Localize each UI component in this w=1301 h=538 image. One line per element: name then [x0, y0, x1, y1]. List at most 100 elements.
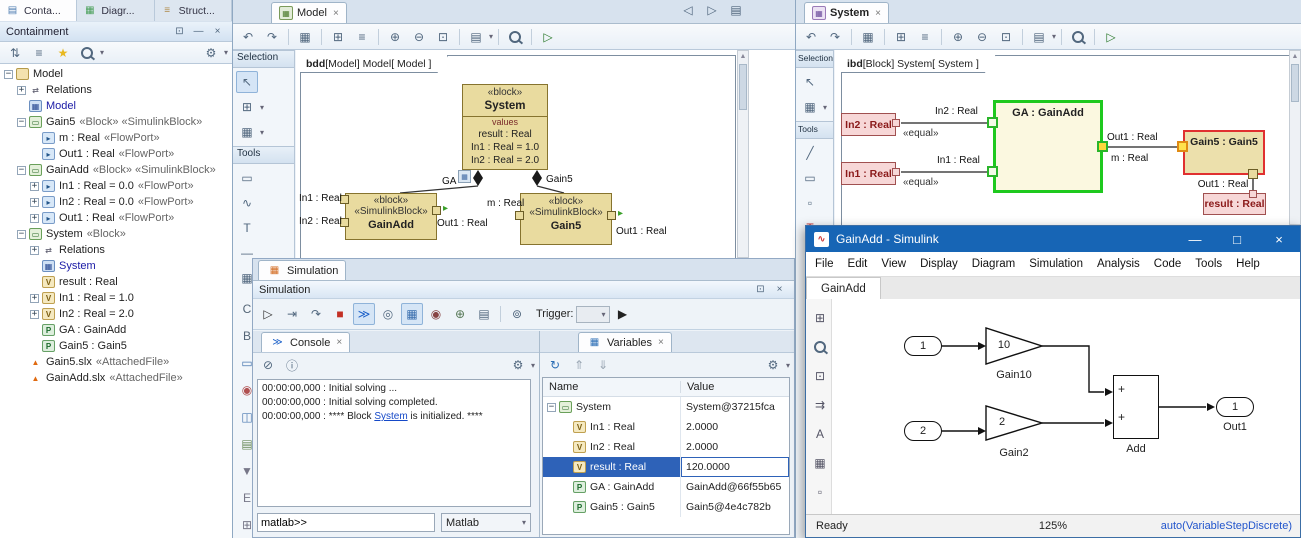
console-engine-select[interactable]: Matlab ▾	[441, 513, 531, 532]
hand-tool-icon[interactable]: ⊞	[236, 96, 258, 118]
connector-end-label[interactable]: Out1 : Real	[1195, 179, 1251, 190]
add-diagram-icon[interactable]: ▦	[857, 26, 879, 48]
tree-expander[interactable]: +	[30, 198, 39, 207]
console-tab[interactable]: ≫ Console ×	[261, 332, 350, 352]
tree-item[interactable]: −Model	[0, 66, 232, 82]
scroll-thumb[interactable]	[1291, 64, 1299, 102]
console-output[interactable]: 00:00:00,000 : Initial solving ...00:00:…	[257, 379, 531, 507]
connector-stereotype[interactable]: «equal»	[903, 177, 939, 188]
gainadd-block[interactable]: «block» «SimulinkBlock» GainAdd	[345, 193, 437, 240]
add-label[interactable]: Add	[1113, 443, 1159, 455]
tree-item[interactable]: +▸In2 : Real = 0.0«FlowPort»	[0, 194, 232, 210]
status-solver[interactable]: auto(VariableStepDiscrete)	[1161, 520, 1292, 532]
menu-display[interactable]: Display	[913, 258, 965, 270]
port-square[interactable]	[987, 166, 998, 177]
port-label[interactable]: Out1 : Real	[616, 226, 667, 237]
port-label[interactable]: In2 : Real	[299, 216, 342, 227]
zoom-in-icon[interactable]: ⊕	[947, 26, 969, 48]
variable-value[interactable]: GainAdd@66f55b65	[681, 477, 789, 497]
middle-divider[interactable]	[795, 0, 796, 538]
variables-row[interactable]: Vresult : Real120.0000	[543, 457, 789, 477]
validation-icon[interactable]: ⊕	[449, 303, 471, 325]
port-label[interactable]: Out1 : Real	[437, 218, 488, 229]
menu-view[interactable]: View	[874, 258, 913, 270]
more-tools-icon[interactable]: ▫	[809, 481, 831, 503]
previous-diagram-icon[interactable]: ◁	[677, 0, 699, 21]
variables-settings-icon-dropdown[interactable]: ▾	[786, 361, 790, 370]
tree-item[interactable]: ▦Model	[0, 98, 232, 114]
port-square[interactable]	[892, 119, 900, 127]
scroll-thumb[interactable]	[739, 64, 747, 110]
export-variables-icon[interactable]: ⇑	[568, 354, 590, 376]
align-icon[interactable]: ≡	[914, 26, 936, 48]
console-link[interactable]: System	[374, 411, 407, 422]
zoom-out-icon[interactable]: ⊖	[408, 26, 430, 48]
tree-item[interactable]: +▸In1 : Real = 0.0«FlowPort»	[0, 178, 232, 194]
tree-item[interactable]: +VIn1 : Real = 1.0	[0, 290, 232, 306]
tree-item[interactable]: PGain5 : Gain5	[0, 338, 232, 354]
containment-tree[interactable]: −Model+⇄Relations▦Model−▭Gain5«Block» «S…	[0, 64, 232, 538]
undo-icon[interactable]: ↶	[237, 26, 259, 48]
note-icon[interactable]: ▭	[236, 167, 258, 189]
simulation-panel-tab[interactable]: ▦ Simulation	[258, 260, 346, 280]
trigger-select[interactable]: ▾	[576, 306, 610, 323]
scroll-up-icon[interactable]: ▲	[738, 51, 748, 62]
connector-tool-icon[interactable]: ╱	[799, 142, 821, 164]
float-panel-icon[interactable]: ⊡	[171, 23, 188, 40]
zoom-fit-icon[interactable]: ⊡	[432, 26, 454, 48]
minimize-window-icon[interactable]: —	[1174, 225, 1216, 253]
hide-browser-icon[interactable]: ⊞	[809, 307, 831, 329]
align-icon[interactable]: ≡	[351, 26, 373, 48]
animation-icon[interactable]: ▦	[401, 303, 423, 325]
tab-containment[interactable]: ▤Conta...	[0, 0, 77, 21]
zoom-tool-icon[interactable]: ▦	[236, 121, 258, 143]
tab-diagrams[interactable]: ▦Diagr...	[77, 0, 154, 21]
search-icon-dropdown[interactable]: ▾	[100, 48, 104, 57]
tree-expander[interactable]: −	[547, 403, 556, 412]
connector-stereotype[interactable]: «equal»	[903, 128, 939, 139]
flowport-m[interactable]	[515, 211, 524, 220]
minimize-panel-icon[interactable]: —	[190, 23, 207, 40]
float-panel-icon[interactable]: ⊡	[752, 281, 769, 298]
port-label[interactable]: m : Real	[487, 198, 524, 209]
port-square[interactable]	[892, 168, 900, 176]
tree-item[interactable]: ▸Out1 : Real«FlowPort»	[0, 146, 232, 162]
clear-console-icon[interactable]: ⊘	[257, 354, 279, 376]
terminate-icon[interactable]: ■	[329, 303, 351, 325]
menu-file[interactable]: File	[808, 258, 841, 270]
info-icon[interactable]: ⓘ	[281, 354, 303, 376]
simulink-canvas[interactable]: 1 10 Gain10 2 2 Gain2 + + Add 1 Out1	[832, 299, 1300, 514]
variable-value[interactable]: Gain5@4e4c782b	[681, 497, 789, 517]
association-label-gain5[interactable]: Gain5	[546, 174, 573, 185]
grid-icon[interactable]: ▤	[465, 26, 487, 48]
close-panel-icon[interactable]: ×	[209, 23, 226, 40]
variables-tab[interactable]: ▦ Variables ×	[578, 332, 672, 352]
tree-item[interactable]: ▦System	[0, 258, 232, 274]
tree-item[interactable]: +▸Out1 : Real«FlowPort»	[0, 210, 232, 226]
run-icon[interactable]: ▷	[537, 26, 559, 48]
variables-row[interactable]: VIn2 : Real2.0000	[543, 437, 789, 457]
out1-label[interactable]: Out1	[1216, 421, 1254, 433]
search-icon[interactable]	[76, 42, 98, 64]
tab-structure[interactable]: ≡Struct...	[155, 0, 232, 21]
next-diagram-icon[interactable]: ▷	[701, 0, 723, 21]
redo-icon[interactable]: ↷	[824, 26, 846, 48]
gain5-block[interactable]: «block» «SimulinkBlock» Gain5	[520, 193, 612, 245]
close-window-icon[interactable]: ×	[1258, 225, 1300, 253]
port-tool-icon[interactable]: ▫	[799, 192, 821, 214]
text-box-icon[interactable]: T	[236, 217, 258, 239]
zoom-tool-icon-dropdown[interactable]: ▾	[823, 103, 827, 112]
anchor-icon[interactable]: ∿	[236, 192, 258, 214]
menu-edit[interactable]: Edit	[841, 258, 875, 270]
variables-row[interactable]: PGA : GainAddGainAdd@66f55b65	[543, 477, 789, 497]
tree-expander[interactable]: −	[4, 70, 13, 79]
search-icon[interactable]	[1067, 26, 1089, 48]
tree-expander[interactable]: +	[30, 310, 39, 319]
tree-expander[interactable]: +	[30, 182, 39, 191]
close-tab-icon[interactable]: ×	[336, 337, 342, 348]
tree-expander[interactable]: +	[17, 86, 26, 95]
variable-value[interactable]: 2.0000	[681, 417, 789, 437]
grid-icon-dropdown[interactable]: ▾	[1052, 32, 1056, 41]
zoom-in-icon[interactable]: ⊕	[384, 26, 406, 48]
tree-item[interactable]: −▭System«Block»	[0, 226, 232, 242]
